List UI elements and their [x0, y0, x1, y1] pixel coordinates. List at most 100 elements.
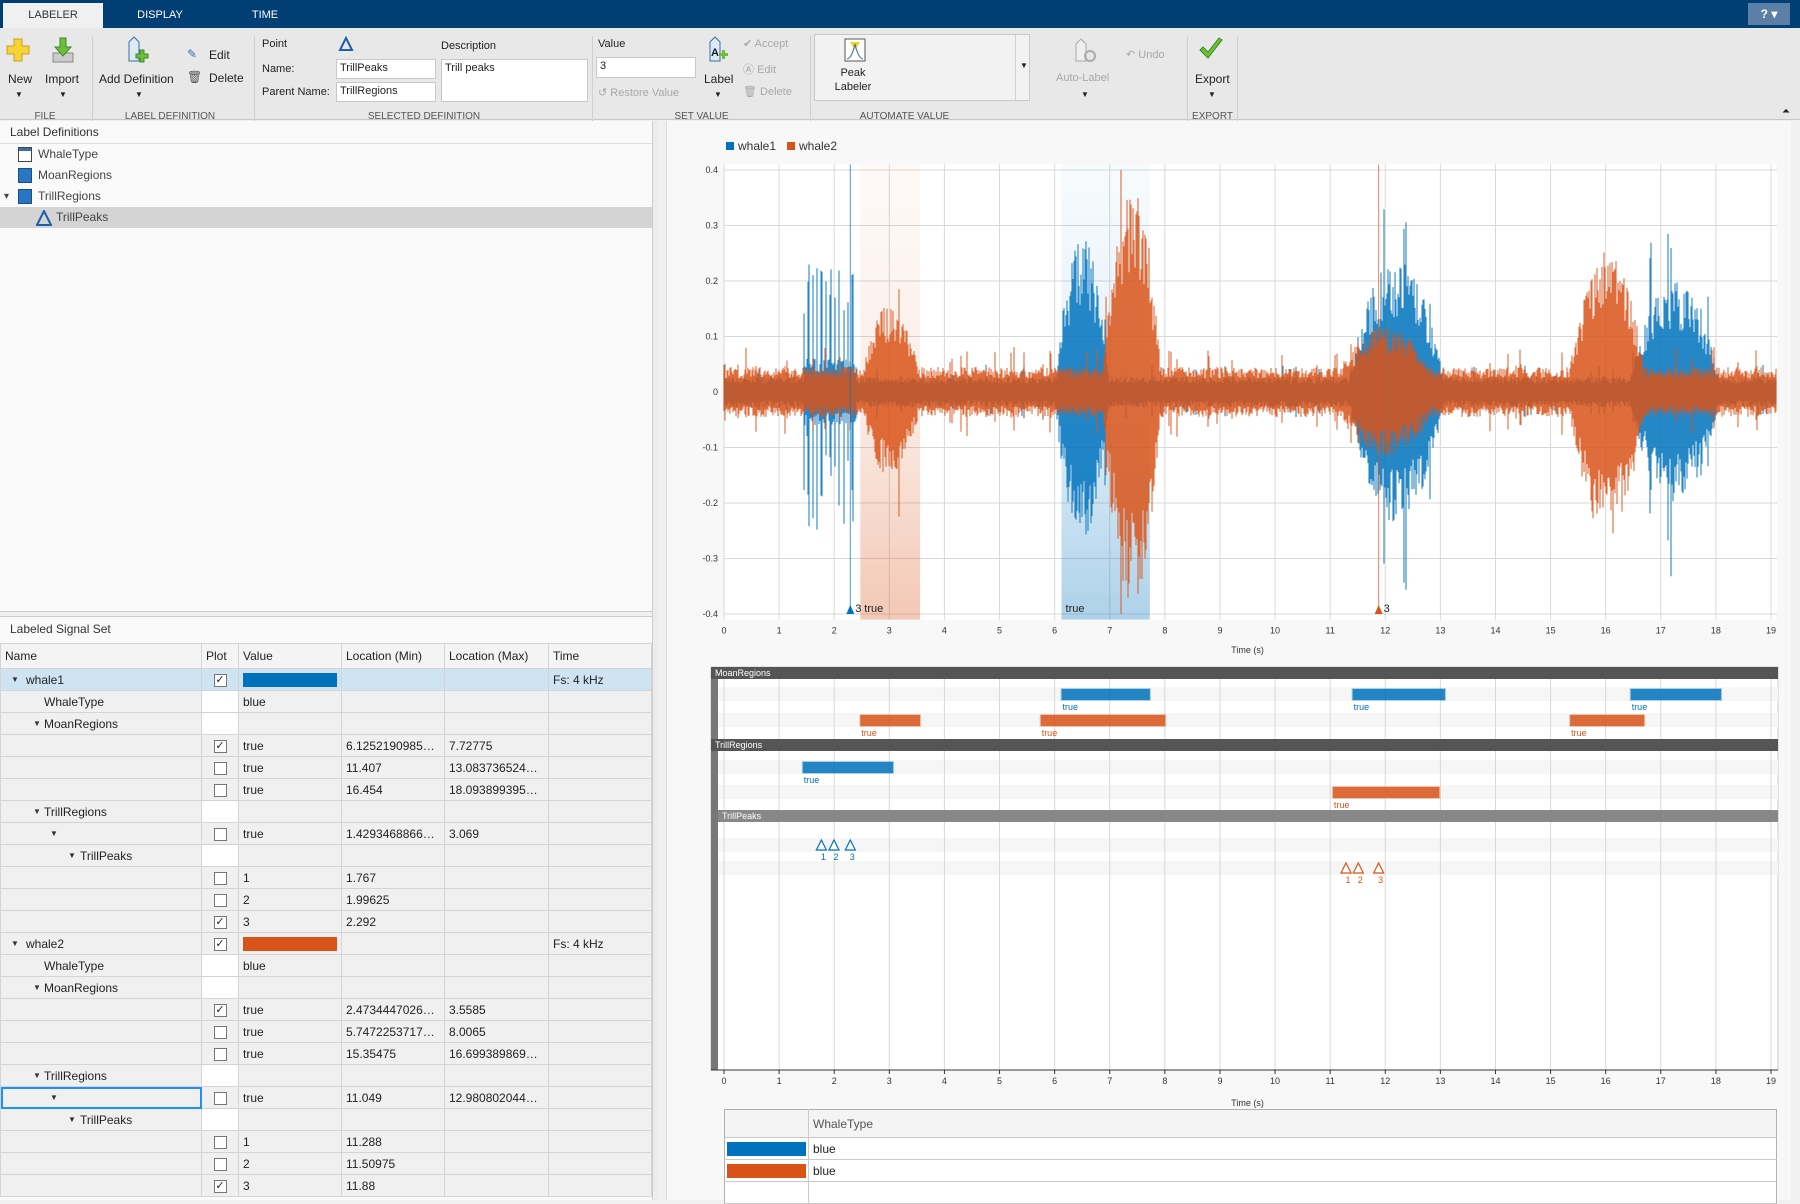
table-row[interactable]: 2 1.99625 — [0, 888, 652, 911]
vertical-splitter[interactable] — [652, 121, 658, 1200]
name-cell[interactable]: ▼ whale2 — [0, 932, 202, 955]
description-field[interactable]: Trill peaks — [441, 59, 588, 102]
label-dropdown-icon[interactable]: ▼ — [714, 90, 722, 99]
legend-entry[interactable]: whale1 — [737, 139, 776, 153]
peak-labeler-gallery[interactable]: Peak Labeler ▼ — [814, 34, 1030, 101]
attribute-value[interactable]: blue — [808, 1159, 1777, 1182]
name-cell[interactable]: ▼ — [0, 822, 202, 845]
column-header[interactable]: Plot — [201, 643, 239, 669]
value-cell[interactable] — [238, 668, 342, 691]
location-max-cell[interactable] — [444, 712, 549, 735]
name-cell[interactable]: ▼ TrillRegions — [0, 1064, 202, 1087]
timeline-region[interactable] — [1331, 786, 1441, 799]
location-max-cell[interactable] — [444, 910, 549, 933]
table-row[interactable]: ✓ 3 11.88 — [0, 1174, 652, 1197]
name-cell[interactable]: ▼ — [0, 1086, 202, 1109]
location-max-cell[interactable] — [444, 888, 549, 911]
value-cell[interactable] — [238, 976, 342, 999]
attribute-value[interactable]: blue — [808, 1137, 1777, 1160]
value-cell[interactable]: true — [238, 1042, 342, 1065]
plot-checkbox[interactable]: ✓ — [213, 673, 227, 687]
signal-color-swatch[interactable] — [243, 936, 337, 951]
location-min-cell[interactable]: 1.767 — [341, 866, 445, 889]
column-header[interactable]: Time — [548, 643, 652, 669]
delete-definition-button[interactable]: 🗑 Delete — [187, 70, 247, 86]
value-cell[interactable]: 2 — [238, 1152, 342, 1175]
table-row[interactable]: ▼ TrillPeaks — [0, 1108, 652, 1131]
table-row[interactable]: ✓ 3 2.292 — [0, 910, 652, 933]
timeline-region[interactable] — [1629, 688, 1723, 701]
plot-checkbox[interactable] — [213, 1025, 227, 1039]
add-definition-dropdown-icon[interactable]: ▼ — [135, 90, 143, 99]
timeline-region[interactable] — [801, 761, 895, 774]
value-cell[interactable] — [238, 800, 342, 823]
value-cell[interactable]: 3 — [238, 910, 342, 933]
plot-checkbox[interactable] — [213, 761, 227, 775]
table-row[interactable]: WhaleType blue — [0, 954, 652, 977]
value-cell[interactable]: true — [238, 778, 342, 801]
location-max-cell[interactable] — [444, 1130, 549, 1153]
table-row[interactable]: ▼ TrillRegions — [0, 800, 652, 823]
plot-checkbox[interactable] — [213, 827, 227, 841]
timeline-region[interactable] — [1039, 714, 1167, 727]
undo-button[interactable]: ↶ Undo — [1126, 48, 1165, 61]
edit-definition-button[interactable]: ✎ Edit — [187, 47, 247, 63]
table-row[interactable]: 1 11.288 — [0, 1130, 652, 1153]
expand-arrow-icon[interactable]: ▼ — [68, 851, 80, 860]
accept-button[interactable]: ✔ Accept — [743, 37, 788, 50]
table-row[interactable]: WhaleType blue — [0, 690, 652, 713]
location-min-cell[interactable] — [341, 844, 445, 867]
location-max-cell[interactable]: 12.9808020446… — [444, 1086, 549, 1109]
location-max-cell[interactable]: 8.0065 — [444, 1020, 549, 1043]
name-cell[interactable]: WhaleType — [0, 954, 202, 977]
new-button[interactable] — [6, 38, 30, 62]
signal-color-swatch[interactable] — [243, 672, 337, 687]
table-row[interactable]: ▼ whale2 ✓ Fs: 4 kHz — [0, 932, 652, 955]
help-button[interactable]: ? ▾ — [1748, 3, 1790, 25]
location-max-cell[interactable]: 13.0837365241… — [444, 756, 549, 779]
table-row[interactable]: true 11.407 13.0837365241… — [0, 756, 652, 779]
value-cell[interactable]: true — [238, 1086, 342, 1109]
expand-arrow-icon[interactable]: ▼ — [50, 829, 62, 838]
plot-checkbox[interactable]: ✓ — [213, 937, 227, 951]
plot-checkbox[interactable] — [213, 783, 227, 797]
name-cell[interactable] — [0, 734, 202, 757]
value-cell[interactable]: 1 — [238, 866, 342, 889]
value-cell[interactable] — [238, 932, 342, 955]
location-max-cell[interactable]: 3.069 — [444, 822, 549, 845]
location-min-cell[interactable] — [341, 690, 445, 713]
location-min-cell[interactable] — [341, 954, 445, 977]
value-cell[interactable]: true — [238, 1020, 342, 1043]
plot-checkbox[interactable]: ✓ — [213, 1179, 227, 1193]
timeline-region[interactable] — [859, 714, 922, 727]
table-row[interactable]: ▼ MoanRegions — [0, 712, 652, 735]
name-cell[interactable] — [0, 998, 202, 1021]
collapse-toolstrip-icon[interactable]: ⏶ — [1782, 106, 1790, 117]
table-row[interactable]: ▼ true 1.42934688661… 3.069 — [0, 822, 652, 845]
value-cell[interactable]: blue — [238, 954, 342, 977]
name-cell[interactable] — [0, 778, 202, 801]
delete-value-button[interactable]: 🗑 Delete — [743, 85, 792, 98]
import-dropdown-icon[interactable]: ▼ — [59, 90, 67, 99]
expand-arrow-icon[interactable]: ▼ — [11, 939, 23, 948]
add-definition-button[interactable] — [124, 36, 152, 64]
panel-splitter[interactable] — [0, 611, 652, 617]
signal-plot[interactable]: -0.4-0.3-0.2-0.100.10.20.30.40 1 2 3 4 5 6 7 8 9 1… — [666, 130, 1791, 665]
label-definition-item[interactable]: WhaleType — [0, 144, 652, 165]
location-min-cell[interactable] — [341, 1064, 445, 1087]
value-cell[interactable] — [238, 712, 342, 735]
expand-arrow-icon[interactable]: ▾ — [4, 186, 9, 207]
location-min-cell[interactable]: 11.049 — [341, 1086, 445, 1109]
name-cell[interactable]: ▼ MoanRegions — [0, 712, 202, 735]
location-max-cell[interactable]: 18.0938993959… — [444, 778, 549, 801]
name-cell[interactable] — [0, 910, 202, 933]
column-header[interactable]: Location (Max) — [444, 643, 549, 669]
table-row[interactable]: true 5.74722537174… 8.0065 — [0, 1020, 652, 1043]
name-cell[interactable] — [0, 1130, 202, 1153]
plot-checkbox[interactable]: ✓ — [213, 1003, 227, 1017]
edit-value-button[interactable]: Ⓐ Edit — [743, 61, 776, 77]
export-check-icon[interactable] — [1198, 37, 1224, 61]
location-min-cell[interactable]: 2.292 — [341, 910, 445, 933]
location-max-cell[interactable] — [444, 976, 549, 999]
value-cell[interactable] — [238, 1108, 342, 1131]
